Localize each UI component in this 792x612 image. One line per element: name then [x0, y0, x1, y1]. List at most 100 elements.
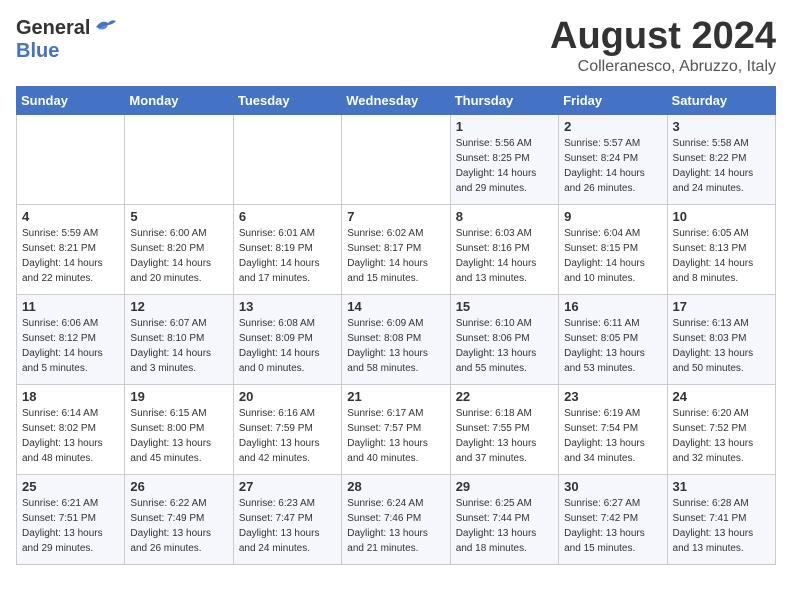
day-number: 10 [673, 209, 770, 224]
day-number: 22 [456, 389, 553, 404]
calendar-cell [342, 114, 450, 204]
day-info: Sunrise: 6:09 AM Sunset: 8:08 PM Dayligh… [347, 316, 444, 376]
weekday-header-friday: Friday [559, 86, 667, 114]
weekday-header-monday: Monday [125, 86, 233, 114]
day-number: 15 [456, 299, 553, 314]
day-info: Sunrise: 6:20 AM Sunset: 7:52 PM Dayligh… [673, 406, 770, 466]
day-info: Sunrise: 6:21 AM Sunset: 7:51 PM Dayligh… [22, 496, 119, 556]
logo-text-general: General [16, 17, 90, 39]
calendar-week-row: 18 Sunrise: 6:14 AM Sunset: 8:02 PM Dayli… [17, 384, 776, 474]
day-number: 18 [22, 389, 119, 404]
day-info: Sunrise: 6:08 AM Sunset: 8:09 PM Dayligh… [239, 316, 336, 376]
day-info: Sunrise: 6:16 AM Sunset: 7:59 PM Dayligh… [239, 406, 336, 466]
calendar-cell: 1 Sunrise: 5:56 AM Sunset: 8:25 PM Daylig… [450, 114, 558, 204]
calendar-cell: 31Sunrise: 6:28 AM Sunset: 7:41 PM Dayli… [667, 474, 775, 564]
day-number: 25 [22, 479, 119, 494]
weekday-header-tuesday: Tuesday [233, 86, 341, 114]
day-number: 29 [456, 479, 553, 494]
day-number: 17 [673, 299, 770, 314]
day-number: 24 [673, 389, 770, 404]
month-title: August 2024 [550, 16, 776, 58]
calendar-cell: 25 Sunrise: 6:21 AM Sunset: 7:51 PM Dayli… [17, 474, 125, 564]
calendar-cell: 21Sunrise: 6:17 AM Sunset: 7:57 PM Dayli… [342, 384, 450, 474]
calendar-week-row: 1 Sunrise: 5:56 AM Sunset: 8:25 PM Daylig… [17, 114, 776, 204]
calendar-cell: 7 Sunrise: 6:02 AM Sunset: 8:17 PM Daylig… [342, 204, 450, 294]
calendar-cell: 6 Sunrise: 6:01 AM Sunset: 8:19 PM Daylig… [233, 204, 341, 294]
weekday-header-saturday: Saturday [667, 86, 775, 114]
calendar-cell [17, 114, 125, 204]
day-number: 11 [22, 299, 119, 314]
calendar-cell: 12Sunrise: 6:07 AM Sunset: 8:10 PM Dayli… [125, 294, 233, 384]
title-area: August 2024 Colleranesco, Abruzzo, Italy [550, 16, 776, 76]
calendar-table: SundayMondayTuesdayWednesdayThursdayFrid… [16, 86, 776, 565]
calendar-week-row: 25 Sunrise: 6:21 AM Sunset: 7:51 PM Dayli… [17, 474, 776, 564]
calendar-week-row: 4 Sunrise: 5:59 AM Sunset: 8:21 PM Daylig… [17, 204, 776, 294]
day-number: 20 [239, 389, 336, 404]
calendar-cell: 9Sunrise: 6:04 AM Sunset: 8:15 PM Daylig… [559, 204, 667, 294]
day-info: Sunrise: 6:13 AM Sunset: 8:03 PM Dayligh… [673, 316, 770, 376]
day-info: Sunrise: 6:24 AM Sunset: 7:46 PM Dayligh… [347, 496, 444, 556]
day-info: Sunrise: 6:03 AM Sunset: 8:16 PM Dayligh… [456, 226, 553, 286]
page-header: General Blue August 2024 Colleranesco, A… [16, 16, 776, 76]
calendar-cell: 24 Sunrise: 6:20 AM Sunset: 7:52 PM Dayli… [667, 384, 775, 474]
day-number: 4 [22, 209, 119, 224]
calendar-cell: 4 Sunrise: 5:59 AM Sunset: 8:21 PM Daylig… [17, 204, 125, 294]
day-info: Sunrise: 6:23 AM Sunset: 7:47 PM Dayligh… [239, 496, 336, 556]
day-info: Sunrise: 6:19 AM Sunset: 7:54 PM Dayligh… [564, 406, 661, 466]
calendar-cell: 18 Sunrise: 6:14 AM Sunset: 8:02 PM Dayli… [17, 384, 125, 474]
calendar-cell [125, 114, 233, 204]
calendar-cell: 17 Sunrise: 6:13 AM Sunset: 8:03 PM Dayli… [667, 294, 775, 384]
day-info: Sunrise: 5:57 AM Sunset: 8:24 PM Dayligh… [564, 136, 661, 196]
day-number: 3 [673, 119, 770, 134]
calendar-cell: 19Sunrise: 6:15 AM Sunset: 8:00 PM Dayli… [125, 384, 233, 474]
day-info: Sunrise: 6:18 AM Sunset: 7:55 PM Dayligh… [456, 406, 553, 466]
day-info: Sunrise: 6:11 AM Sunset: 8:05 PM Dayligh… [564, 316, 661, 376]
calendar-cell: 26 Sunrise: 6:22 AM Sunset: 7:49 PM Dayli… [125, 474, 233, 564]
day-info: Sunrise: 5:56 AM Sunset: 8:25 PM Dayligh… [456, 136, 553, 196]
weekday-header-row: SundayMondayTuesdayWednesdayThursdayFrid… [17, 86, 776, 114]
day-number: 7 [347, 209, 444, 224]
weekday-header-wednesday: Wednesday [342, 86, 450, 114]
day-info: Sunrise: 6:07 AM Sunset: 8:10 PM Dayligh… [130, 316, 227, 376]
day-number: 6 [239, 209, 336, 224]
day-info: Sunrise: 6:01 AM Sunset: 8:19 PM Dayligh… [239, 226, 336, 286]
day-info: Sunrise: 6:17 AM Sunset: 7:57 PM Dayligh… [347, 406, 444, 466]
day-info: Sunrise: 6:14 AM Sunset: 8:02 PM Dayligh… [22, 406, 119, 466]
calendar-cell: 11 Sunrise: 6:06 AM Sunset: 8:12 PM Dayli… [17, 294, 125, 384]
day-number: 8 [456, 209, 553, 224]
day-info: Sunrise: 6:27 AM Sunset: 7:42 PM Dayligh… [564, 496, 661, 556]
day-info: Sunrise: 6:28 AM Sunset: 7:41 PM Dayligh… [673, 496, 770, 556]
day-info: Sunrise: 6:22 AM Sunset: 7:49 PM Dayligh… [130, 496, 227, 556]
logo-text-blue: Blue [16, 40, 59, 62]
day-info: Sunrise: 5:59 AM Sunset: 8:21 PM Dayligh… [22, 226, 119, 286]
day-number: 1 [456, 119, 553, 134]
calendar-cell: 3Sunrise: 5:58 AM Sunset: 8:22 PM Daylig… [667, 114, 775, 204]
day-number: 9 [564, 209, 661, 224]
day-number: 23 [564, 389, 661, 404]
calendar-cell: 2 Sunrise: 5:57 AM Sunset: 8:24 PM Daylig… [559, 114, 667, 204]
calendar-cell: 28 Sunrise: 6:24 AM Sunset: 7:46 PM Dayli… [342, 474, 450, 564]
calendar-cell: 23 Sunrise: 6:19 AM Sunset: 7:54 PM Dayli… [559, 384, 667, 474]
calendar-cell: 14 Sunrise: 6:09 AM Sunset: 8:08 PM Dayli… [342, 294, 450, 384]
day-number: 28 [347, 479, 444, 494]
weekday-header-thursday: Thursday [450, 86, 558, 114]
day-number: 16 [564, 299, 661, 314]
logo: General Blue [16, 16, 116, 62]
weekday-header-sunday: Sunday [17, 86, 125, 114]
day-number: 26 [130, 479, 227, 494]
day-number: 5 [130, 209, 227, 224]
calendar-cell: 27 Sunrise: 6:23 AM Sunset: 7:47 PM Dayli… [233, 474, 341, 564]
day-number: 27 [239, 479, 336, 494]
day-info: Sunrise: 6:10 AM Sunset: 8:06 PM Dayligh… [456, 316, 553, 376]
day-info: Sunrise: 6:02 AM Sunset: 8:17 PM Dayligh… [347, 226, 444, 286]
day-info: Sunrise: 6:15 AM Sunset: 8:00 PM Dayligh… [130, 406, 227, 466]
calendar-cell: 20 Sunrise: 6:16 AM Sunset: 7:59 PM Dayli… [233, 384, 341, 474]
day-info: Sunrise: 6:06 AM Sunset: 8:12 PM Dayligh… [22, 316, 119, 376]
day-number: 2 [564, 119, 661, 134]
calendar-week-row: 11 Sunrise: 6:06 AM Sunset: 8:12 PM Dayli… [17, 294, 776, 384]
day-info: Sunrise: 6:05 AM Sunset: 8:13 PM Dayligh… [673, 226, 770, 286]
location-subtitle: Colleranesco, Abruzzo, Italy [550, 58, 776, 76]
calendar-cell: 22 Sunrise: 6:18 AM Sunset: 7:55 PM Dayli… [450, 384, 558, 474]
day-number: 14 [347, 299, 444, 314]
day-number: 30 [564, 479, 661, 494]
